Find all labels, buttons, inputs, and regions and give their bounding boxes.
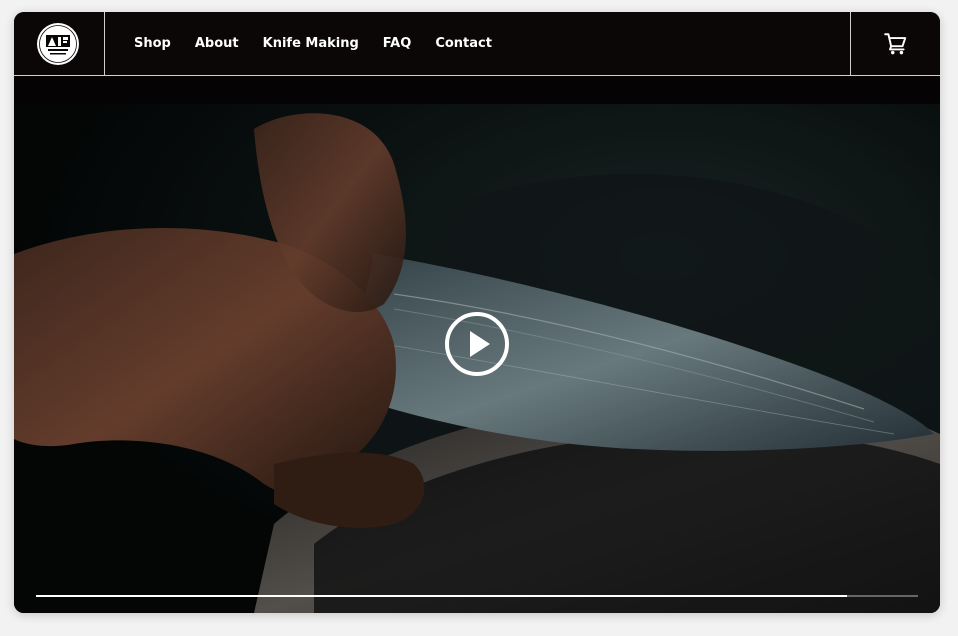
- nav-shop[interactable]: Shop: [134, 36, 171, 51]
- video-progress-bar[interactable]: [36, 595, 918, 597]
- main-nav: Shop About Knife Making FAQ Contact: [134, 12, 516, 75]
- browser-window: Shop About Knife Making FAQ Contact: [14, 12, 940, 613]
- hero-video[interactable]: [14, 76, 940, 613]
- nav-about[interactable]: About: [195, 36, 239, 51]
- play-icon[interactable]: [444, 311, 510, 377]
- takefu-logo[interactable]: [36, 22, 80, 66]
- nav-knife-making[interactable]: Knife Making: [263, 36, 359, 51]
- cart-icon[interactable]: [883, 31, 909, 57]
- nav-contact[interactable]: Contact: [435, 36, 492, 51]
- logo-container[interactable]: [14, 12, 105, 75]
- cart-button[interactable]: [850, 12, 940, 75]
- nav-faq[interactable]: FAQ: [383, 36, 412, 51]
- video-progress-fill: [36, 595, 848, 597]
- site-header: Shop About Knife Making FAQ Contact: [14, 12, 940, 76]
